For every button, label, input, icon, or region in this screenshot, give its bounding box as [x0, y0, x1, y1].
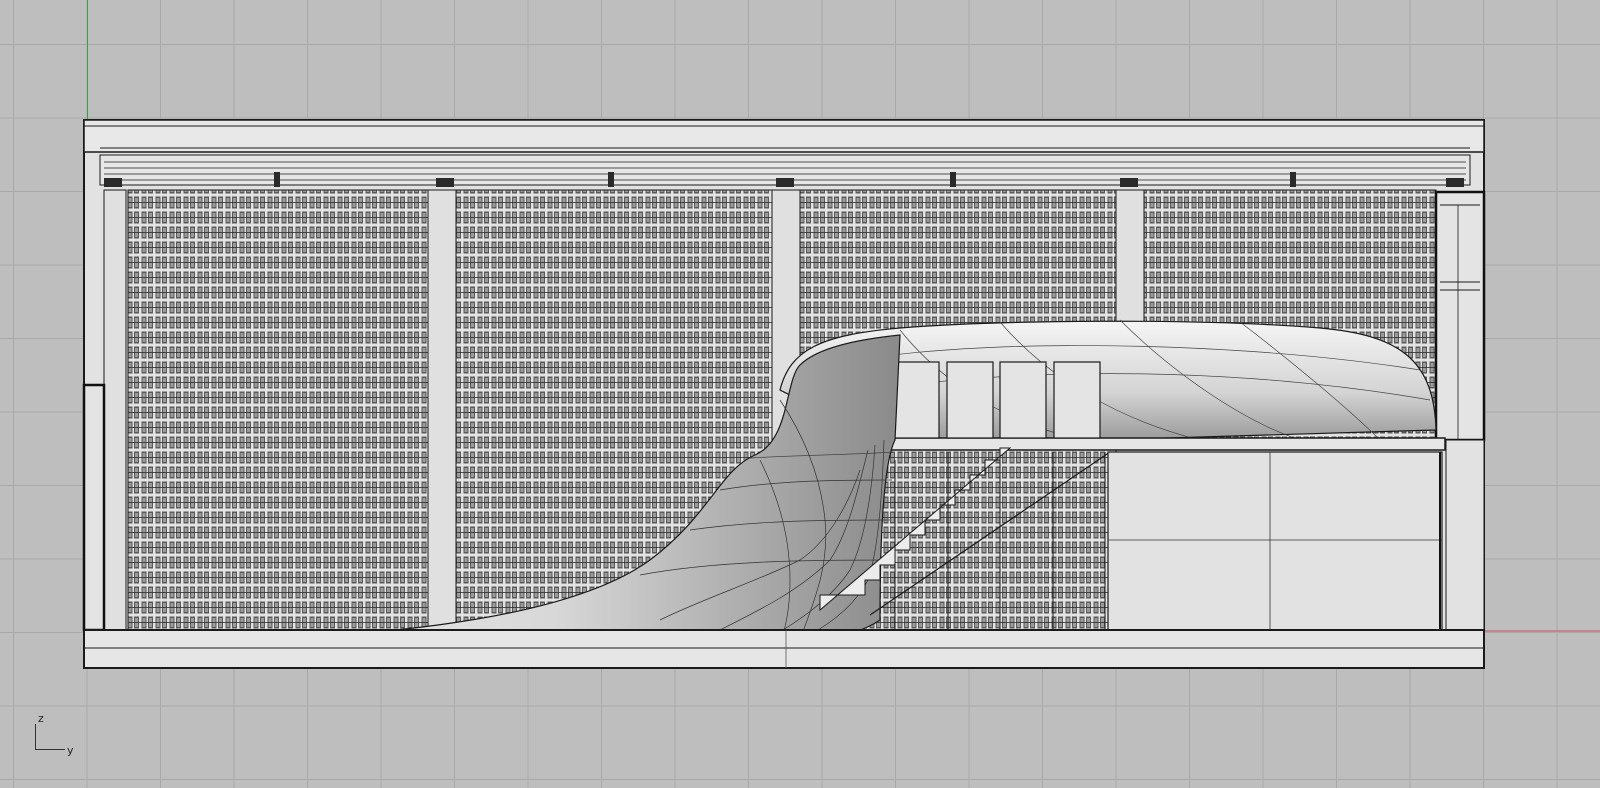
- top-beam: [83, 119, 1485, 153]
- gizmo-z-axis: [35, 724, 36, 749]
- gizmo-y-label: y: [67, 744, 74, 757]
- rhino-viewport[interactable]: z y: [0, 0, 1600, 788]
- display-box-2: [946, 361, 994, 439]
- left-door: [82, 383, 106, 632]
- mezzanine-slab: [884, 437, 1446, 451]
- gizmo-z-label: z: [38, 712, 44, 725]
- right-tower: [1434, 190, 1486, 442]
- lower-room: [1107, 451, 1443, 631]
- display-box-1: [892, 361, 940, 439]
- right-lower-column: [1445, 439, 1485, 631]
- display-box-4: [1053, 361, 1101, 439]
- divider-column-3: [1115, 189, 1145, 331]
- shelf-panel-1: [127, 189, 429, 631]
- axis-gizmo: z y: [30, 712, 90, 762]
- floor-slab: [83, 629, 1485, 669]
- display-box-3: [999, 361, 1047, 439]
- divider-column-1: [427, 189, 457, 631]
- gizmo-y-axis: [35, 749, 65, 750]
- model-drawing[interactable]: [0, 0, 1600, 788]
- left-pillar: [103, 189, 127, 631]
